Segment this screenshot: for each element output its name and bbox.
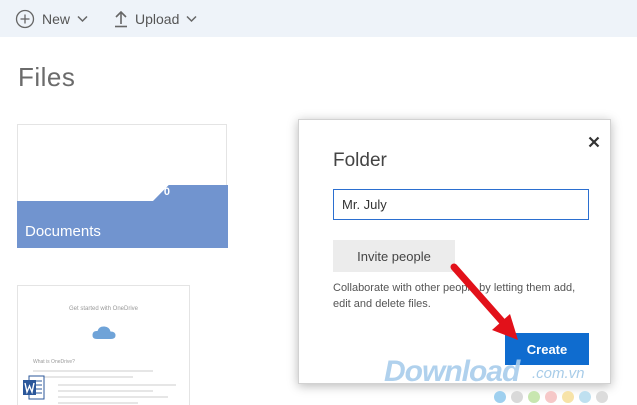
doc-text-line bbox=[58, 384, 176, 386]
upload-label: Upload bbox=[135, 10, 180, 27]
word-file-icon bbox=[23, 375, 45, 401]
folder-band: 0 Documents bbox=[17, 185, 228, 248]
folder-tile-documents[interactable]: 0 Documents bbox=[17, 124, 228, 248]
watermark-dot bbox=[511, 391, 523, 403]
page-title: Files bbox=[18, 62, 76, 92]
chevron-down-icon bbox=[77, 15, 88, 23]
invite-people-button[interactable]: Invite people bbox=[333, 240, 455, 272]
plus-circle-icon bbox=[15, 9, 35, 29]
command-bar: New Upload bbox=[0, 0, 637, 37]
new-label: New bbox=[42, 10, 71, 27]
doc-text-line bbox=[33, 376, 133, 378]
doc-text-line bbox=[33, 370, 153, 372]
upload-arrow-icon bbox=[114, 10, 128, 28]
item-count-badge: 0 bbox=[163, 186, 170, 198]
upload-button[interactable]: Upload bbox=[114, 0, 197, 37]
watermark-dot bbox=[494, 391, 506, 403]
dialog-title: Folder bbox=[333, 150, 387, 171]
doc-text-line bbox=[58, 396, 168, 398]
chevron-down-icon bbox=[186, 15, 197, 23]
watermark-dot bbox=[528, 391, 540, 403]
close-icon[interactable] bbox=[586, 134, 602, 150]
watermark-dot bbox=[596, 391, 608, 403]
doc-text-line bbox=[58, 390, 153, 392]
new-button[interactable]: New bbox=[15, 0, 88, 37]
doc-preview-heading: Get started with OneDrive bbox=[68, 306, 139, 312]
watermark-dot bbox=[579, 391, 591, 403]
new-folder-dialog: Folder Invite people Collaborate with ot… bbox=[298, 119, 611, 384]
watermark-dot bbox=[562, 391, 574, 403]
watermark-dot bbox=[545, 391, 557, 403]
cloud-icon bbox=[91, 324, 117, 345]
doc-text-line bbox=[58, 402, 138, 404]
folder-name-input[interactable] bbox=[333, 189, 589, 220]
watermark-domain: .com.vn bbox=[532, 365, 585, 382]
doc-preview-subheading: What is OneDrive? bbox=[33, 359, 75, 365]
watermark-brand: Download bbox=[384, 355, 520, 388]
folder-name: Documents bbox=[25, 223, 101, 240]
dialog-description: Collaborate with other people by letting… bbox=[333, 282, 576, 310]
